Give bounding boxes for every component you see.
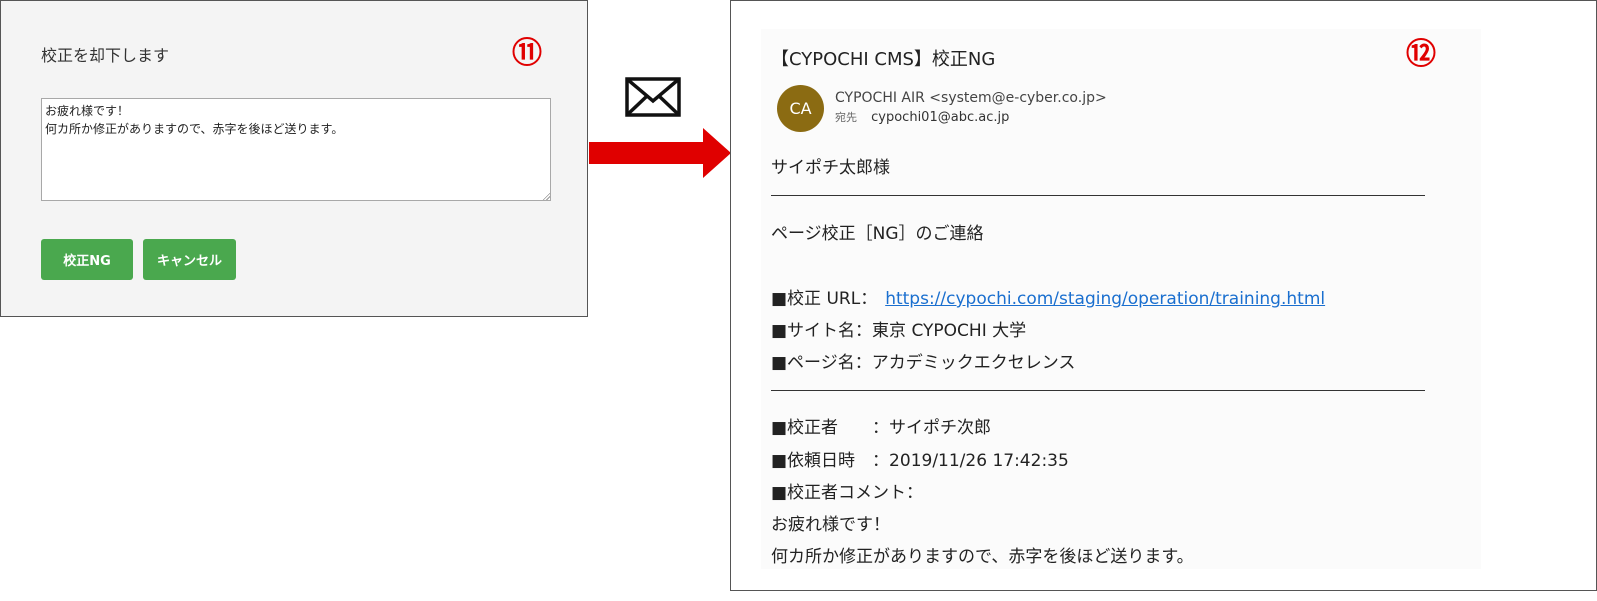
- request-datetime-line: ■依頼日時 ：2019/11/26 17:42:35: [771, 451, 1069, 471]
- step-badge-11: ⑪: [512, 36, 542, 71]
- recipient-row: 宛先 cypochi01@abc.ac.jp: [835, 109, 1009, 125]
- textarea-resize-handle[interactable]: [542, 192, 550, 200]
- to-label: 宛先: [835, 111, 857, 124]
- right-arrow-icon: [589, 128, 731, 178]
- comment-line-2: 何カ所か修正がありますので、赤字を後ほど送ります。: [771, 547, 1194, 567]
- notice-line: ページ校正［NG］のご連絡: [771, 224, 984, 244]
- dialog-title: 校正を却下します: [41, 46, 170, 65]
- divider-bottom: [771, 390, 1425, 391]
- reject-dialog: 校正を却下します ⑪ お疲れ様です！ 何カ所か修正がありますので、赤字を後ほど送…: [0, 0, 588, 317]
- comment-textarea[interactable]: お疲れ様です！ 何カ所か修正がありますので、赤字を後ほど送ります。: [41, 98, 551, 201]
- email-subject: 【CYPOCHI CMS】校正NG: [771, 49, 996, 70]
- greeting: サイポチ太郎様: [771, 158, 890, 178]
- step-badge-12: ⑫: [1406, 37, 1436, 72]
- page-name-line: ■ページ名：アカデミックエクセレンス: [771, 353, 1076, 373]
- reviewer-comment-label: ■校正者コメント：: [771, 483, 924, 503]
- proof-url-link[interactable]: https://cypochi.com/staging/operation/tr…: [885, 289, 1325, 309]
- comment-line-1: お疲れ様です！: [771, 515, 890, 535]
- to-address: cypochi01@abc.ac.jp: [871, 110, 1010, 125]
- sender-avatar: CA: [777, 85, 824, 132]
- url-label: ■校正 URL：: [771, 289, 878, 309]
- email-preview: ⑫ 【CYPOCHI CMS】校正NG CA CYPOCHI AIR <syst…: [730, 0, 1597, 591]
- sender-name: CYPOCHI AIR <system@e-cyber.co.jp>: [835, 90, 1107, 106]
- site-name-line: ■サイト名：東京 CYPOCHI 大学: [771, 321, 1027, 341]
- reviewer-line: ■校正者 ：サイポチ次郎: [771, 418, 992, 438]
- mail-envelope-icon: [625, 77, 681, 117]
- cancel-button[interactable]: キャンセル: [143, 239, 236, 280]
- url-row: ■校正 URL： https://cypochi.com/staging/oper…: [771, 284, 1325, 309]
- reject-ng-button[interactable]: 校正NG: [41, 239, 133, 280]
- divider-top: [771, 195, 1425, 196]
